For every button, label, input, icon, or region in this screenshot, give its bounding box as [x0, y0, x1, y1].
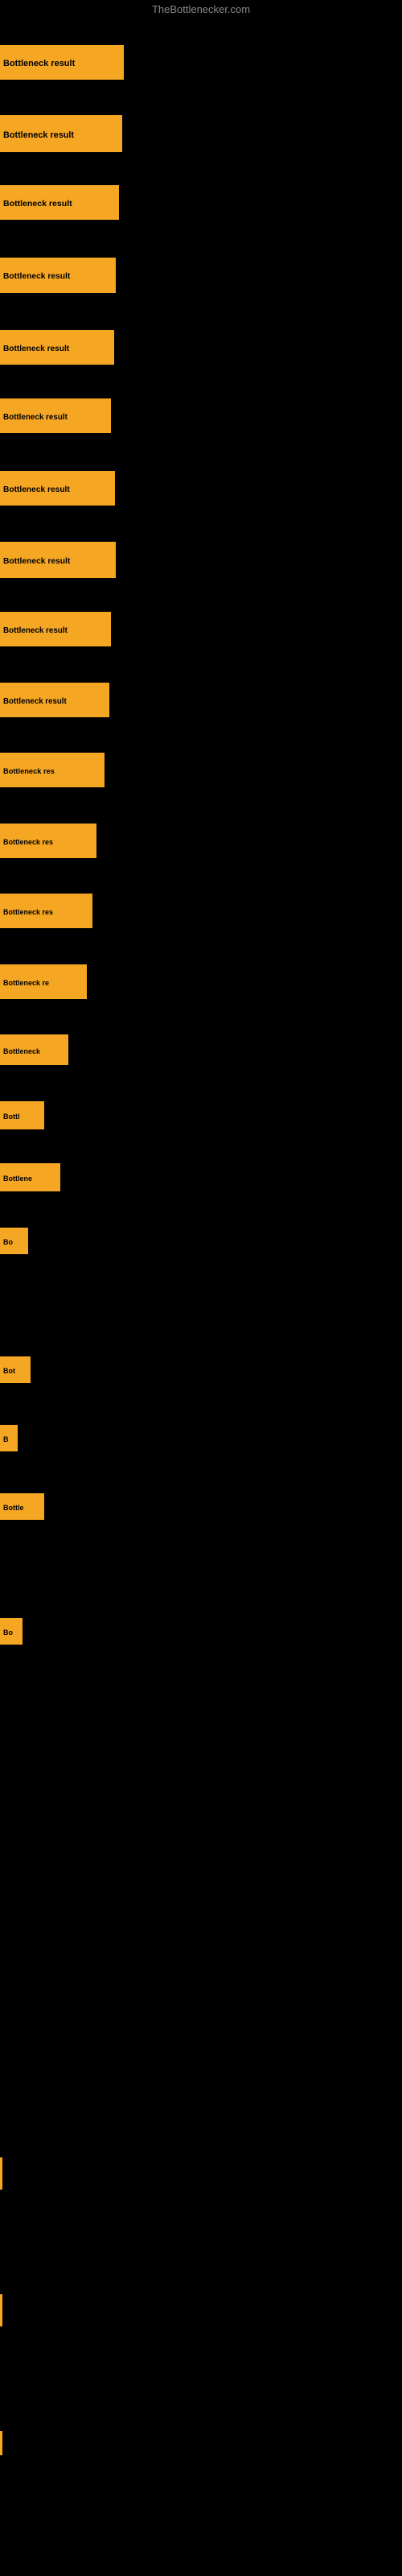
bottleneck-badge-14: Bottleneck	[0, 1034, 68, 1065]
bottleneck-badge-9: Bottleneck result	[0, 683, 109, 717]
bottleneck-badge-18: Bot	[0, 1356, 31, 1383]
bottleneck-badge-11: Bottleneck res	[0, 824, 96, 858]
bottleneck-badge-20: Bottle	[0, 1493, 44, 1520]
bottleneck-badge-16: Bottlene	[0, 1163, 60, 1191]
bottleneck-badge-4: Bottleneck result	[0, 330, 114, 365]
vertical-bar-0	[0, 2157, 2, 2190]
bottleneck-badge-3: Bottleneck result	[0, 258, 116, 293]
bottleneck-badge-1: Bottleneck result	[0, 115, 122, 152]
bottleneck-badge-8: Bottleneck result	[0, 612, 111, 646]
site-title: TheBottlenecker.com	[152, 3, 250, 15]
bottleneck-badge-21: Bo	[0, 1618, 23, 1645]
bottleneck-badge-13: Bottleneck re	[0, 964, 87, 999]
bottleneck-badge-15: Bottl	[0, 1101, 44, 1129]
bottleneck-badge-6: Bottleneck result	[0, 471, 115, 506]
bottleneck-badge-2: Bottleneck result	[0, 185, 119, 220]
bottleneck-badge-17: Bo	[0, 1228, 28, 1254]
bottleneck-badge-0: Bottleneck result	[0, 45, 124, 80]
vertical-bar-1	[0, 2294, 2, 2326]
bottleneck-badge-7: Bottleneck result	[0, 542, 116, 578]
vertical-bar-2	[0, 2431, 2, 2455]
bottleneck-badge-12: Bottleneck res	[0, 894, 92, 928]
bottleneck-badge-5: Bottleneck result	[0, 398, 111, 433]
bottleneck-badge-10: Bottleneck res	[0, 753, 105, 787]
bottleneck-badge-19: B	[0, 1425, 18, 1451]
